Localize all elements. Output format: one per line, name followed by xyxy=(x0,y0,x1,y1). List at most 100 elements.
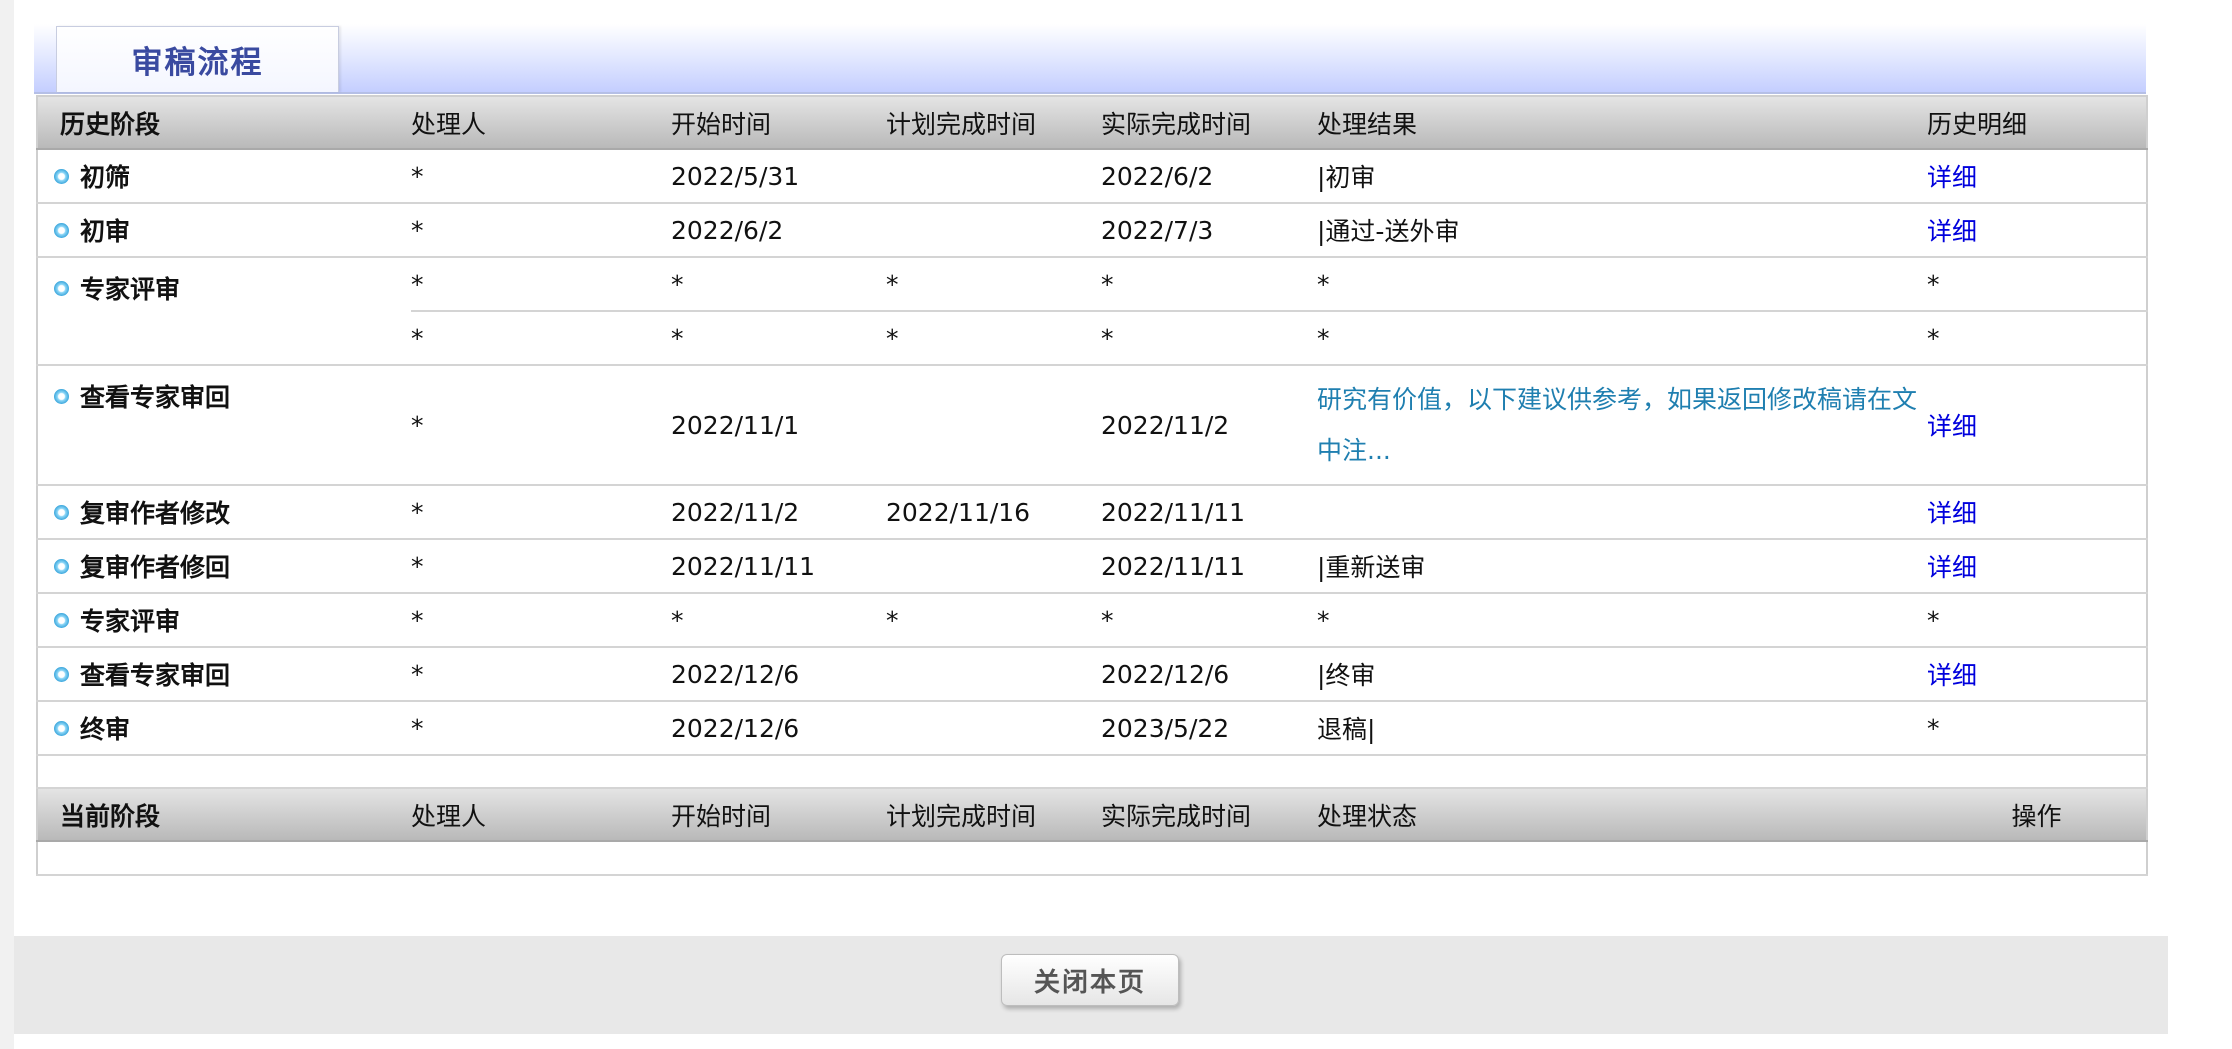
empty-row xyxy=(37,841,2147,876)
result-cell: |通过-送外审 xyxy=(1317,203,1927,258)
detail-link[interactable]: 详细 xyxy=(1927,647,2147,702)
bullet-icon xyxy=(54,558,69,574)
detail-link[interactable]: 详细 xyxy=(1927,149,2147,204)
planned-time-cell xyxy=(886,203,1101,258)
handler-cell: * xyxy=(411,365,671,486)
planned-time-cell xyxy=(886,647,1101,702)
start-time-header: 开始时间 xyxy=(671,96,886,150)
planned-time-header: 计划完成时间 xyxy=(886,96,1101,150)
table-row: 复审作者修改 * 2022/11/2 2022/11/16 2022/11/11… xyxy=(37,485,2147,540)
table-row: 初审 * 2022/6/2 2022/7/3 |通过-送外审 详细 xyxy=(37,203,2147,258)
actual-time-cell: * xyxy=(1101,593,1317,648)
table-row: 初筛 * 2022/5/31 2022/6/2 |初审 详细 xyxy=(37,149,2147,204)
planned-time-cell xyxy=(886,539,1101,594)
stage-name: 查看专家审回 xyxy=(80,661,231,690)
actual-time-cell: 2022/11/2 xyxy=(1101,365,1317,486)
table-row: 查看专家审回 * 2022/11/1 2022/11/2 研究有价值，以下建议供… xyxy=(37,365,2147,486)
stage-name: 初审 xyxy=(80,217,131,246)
handler-cell: * xyxy=(411,257,671,312)
bullet-icon xyxy=(54,168,69,184)
actual-time-cell: 2023/5/22 xyxy=(1101,701,1317,756)
handler-header: 处理人 xyxy=(411,788,671,842)
detail-link[interactable]: 详细 xyxy=(1927,485,2147,540)
handler-cell: * xyxy=(411,311,671,366)
stage-name: 复审作者修回 xyxy=(80,553,231,582)
handler-cell: * xyxy=(411,149,671,204)
start-time-cell: 2022/5/31 xyxy=(671,149,886,204)
bullet-icon xyxy=(54,280,69,296)
start-time-cell: 2022/11/1 xyxy=(671,365,886,486)
start-time-cell: 2022/12/6 xyxy=(671,647,886,702)
handler-cell: * xyxy=(411,485,671,540)
table-row: 终审 * 2022/12/6 2023/5/22 退稿| * xyxy=(37,701,2147,756)
result-cell: * xyxy=(1317,257,1927,312)
handler-cell: * xyxy=(411,203,671,258)
detail-link[interactable]: 详细 xyxy=(1927,539,2147,594)
start-time-cell: 2022/11/11 xyxy=(671,539,886,594)
operation-header: 操作 xyxy=(1927,788,2147,842)
bottom-margin xyxy=(14,1034,2168,1049)
history-stage-header: 历史阶段 xyxy=(37,96,411,150)
stage-name: 专家评审 xyxy=(80,607,181,636)
planned-time-cell xyxy=(886,701,1101,756)
bullet-icon xyxy=(54,666,69,682)
actual-time-header: 实际完成时间 xyxy=(1101,788,1317,842)
detail-cell: * xyxy=(1927,593,2147,648)
result-remark-cell[interactable]: 研究有价值，以下建议供参考，如果返回修改稿请在文中注... xyxy=(1317,365,1927,486)
bullet-icon xyxy=(54,504,69,520)
current-header-row: 当前阶段 处理人 开始时间 计划完成时间 实际完成时间 处理状态 操作 xyxy=(37,788,2147,842)
detail-cell: * xyxy=(1927,701,2147,756)
planned-time-cell: * xyxy=(886,311,1101,366)
tab-review-process[interactable]: 审稿流程 xyxy=(56,26,339,92)
handler-cell: * xyxy=(411,539,671,594)
actual-time-cell: 2022/6/2 xyxy=(1101,149,1317,204)
stage-name: 终审 xyxy=(80,715,131,744)
result-cell: * xyxy=(1317,593,1927,648)
handler-cell: * xyxy=(411,701,671,756)
table-row: 查看专家审回 * 2022/12/6 2022/12/6 |终审 详细 xyxy=(37,647,2147,702)
actual-time-cell: 2022/11/11 xyxy=(1101,539,1317,594)
start-time-cell: * xyxy=(671,593,886,648)
start-time-cell: 2022/12/6 xyxy=(671,701,886,756)
history-detail-header: 历史明细 xyxy=(1927,96,2147,150)
planned-time-header: 计划完成时间 xyxy=(886,788,1101,842)
actual-time-cell: 2022/12/6 xyxy=(1101,647,1317,702)
status-header: 处理状态 xyxy=(1317,788,1927,842)
stage-name: 查看专家审回 xyxy=(80,383,231,412)
result-cell: 退稿| xyxy=(1317,701,1927,756)
table-row: 专家评审 * * * * * * xyxy=(37,593,2147,648)
handler-cell: * xyxy=(411,647,671,702)
right-margin xyxy=(2168,0,2232,1049)
detail-link[interactable]: 详细 xyxy=(1927,365,2147,486)
start-time-cell: * xyxy=(671,257,886,312)
bullet-icon xyxy=(54,720,69,736)
result-cell: |重新送审 xyxy=(1317,539,1927,594)
detail-cell: * xyxy=(1927,311,2147,366)
table-row: 专家评审 * * * * * * xyxy=(37,257,2147,366)
review-process-table: 历史阶段 处理人 开始时间 计划完成时间 实际完成时间 处理结果 历史明细 初筛… xyxy=(36,95,2148,876)
planned-time-cell: * xyxy=(886,593,1101,648)
bullet-icon xyxy=(54,388,69,404)
bullet-icon xyxy=(54,222,69,238)
planned-time-cell xyxy=(886,365,1101,486)
result-cell: |终审 xyxy=(1317,647,1927,702)
result-header: 处理结果 xyxy=(1317,96,1927,150)
tab-bar xyxy=(34,24,2146,94)
result-cell xyxy=(1317,485,1927,540)
start-time-cell: 2022/11/2 xyxy=(671,485,886,540)
close-page-button[interactable]: 关闭本页 xyxy=(1001,954,1179,1006)
detail-link[interactable]: 详细 xyxy=(1927,203,2147,258)
actual-time-cell: * xyxy=(1101,257,1317,312)
start-time-header: 开始时间 xyxy=(671,788,886,842)
start-time-cell: * xyxy=(671,311,886,366)
actual-time-cell: 2022/7/3 xyxy=(1101,203,1317,258)
current-stage-header: 当前阶段 xyxy=(37,788,411,842)
actual-time-cell: 2022/11/11 xyxy=(1101,485,1317,540)
planned-time-cell xyxy=(886,149,1101,204)
stage-name: 复审作者修改 xyxy=(80,499,231,528)
history-header-row: 历史阶段 处理人 开始时间 计划完成时间 实际完成时间 处理结果 历史明细 xyxy=(37,96,2147,150)
actual-time-cell: * xyxy=(1101,311,1317,366)
stage-name: 初筛 xyxy=(80,163,131,192)
stage-name: 专家评审 xyxy=(80,275,181,304)
table-row: 复审作者修回 * 2022/11/11 2022/11/11 |重新送审 详细 xyxy=(37,539,2147,594)
